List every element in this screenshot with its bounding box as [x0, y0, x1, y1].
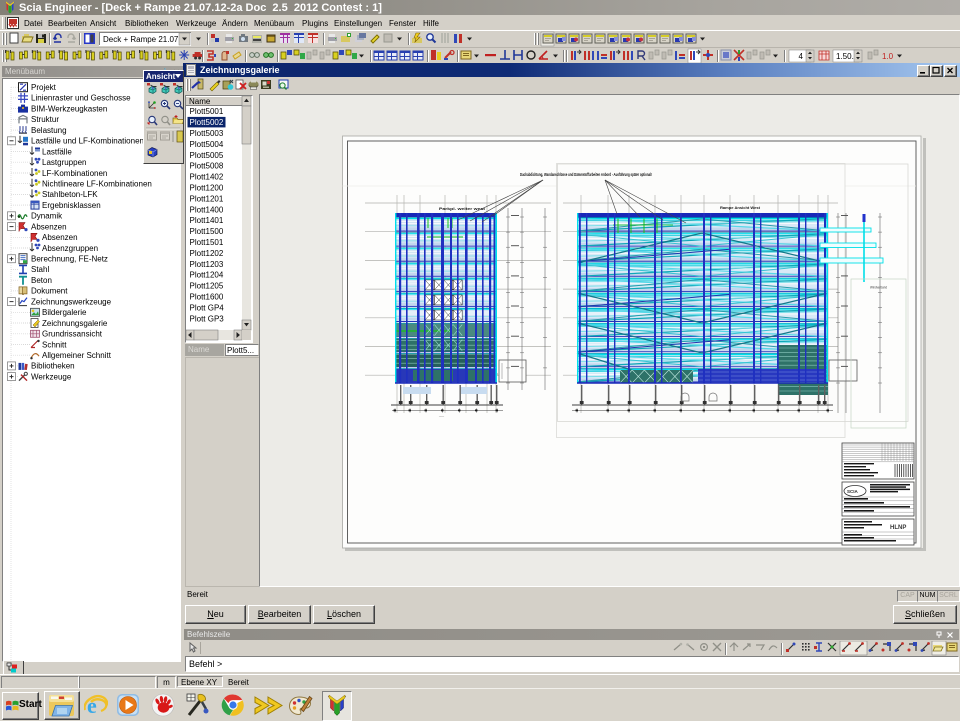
svg-text:Lastfälle: Lastfälle: [42, 147, 72, 156]
svg-text:Allgemeiner Schnitt: Allgemeiner Schnitt: [42, 351, 112, 360]
svg-text:Plott1402: Plott1402: [190, 173, 224, 182]
svg-text:Werkzeuge: Werkzeuge: [31, 372, 72, 381]
svg-text:Plott1401: Plott1401: [190, 216, 224, 225]
svg-text:Linienraster und Geschosse: Linienraster und Geschosse: [31, 94, 131, 103]
svg-text:Nichtlineare LF-Kombinationen: Nichtlineare LF-Kombinationen: [42, 180, 152, 189]
svg-text:Dokument: Dokument: [31, 287, 68, 296]
svg-text:Plott5005: Plott5005: [190, 151, 224, 160]
svg-text:Plott1204: Plott1204: [190, 271, 224, 280]
svg-text:Plott GP4: Plott GP4: [190, 303, 225, 312]
svg-text:Zeichnungsgalerie: Zeichnungsgalerie: [42, 319, 108, 328]
svg-text:Beton: Beton: [31, 276, 52, 285]
svg-text:Rampe Ansicht West: Rampe Ansicht West: [720, 206, 761, 210]
svg-text:Plott5001: Plott5001: [190, 107, 224, 116]
svg-text:4: 4: [799, 52, 804, 61]
svg-text:LF-Kombinationen: LF-Kombinationen: [42, 169, 107, 178]
svg-text:Plott1600: Plott1600: [190, 293, 224, 302]
svg-text:1.0: 1.0: [882, 52, 894, 61]
svg-text:Plott1200: Plott1200: [190, 184, 224, 193]
svg-text:___: ___: [438, 413, 444, 417]
svg-text:Plott GP3: Plott GP3: [190, 314, 225, 323]
svg-text:Schnitt: Schnitt: [42, 340, 67, 349]
svg-text:Name: Name: [189, 97, 211, 106]
svg-text:Absenzen: Absenzen: [31, 222, 67, 231]
svg-text:Plott1400: Plott1400: [190, 205, 224, 214]
svg-text:Lastfälle und LF-Kombinationen: Lastfälle und LF-Kombinationen: [31, 137, 144, 146]
svg-text:Plott1205: Plott1205: [190, 282, 224, 291]
svg-text:Stahlbeton-LFK: Stahlbeton-LFK: [42, 190, 98, 199]
svg-text:SCIA: SCIA: [847, 489, 859, 494]
svg-text:HLNP: HLNP: [890, 525, 906, 531]
svg-text:Belastung: Belastung: [31, 126, 67, 135]
svg-text:Plott1500: Plott1500: [190, 227, 224, 236]
svg-text:Struktur: Struktur: [31, 115, 59, 124]
svg-text:Bildergalerie: Bildergalerie: [42, 308, 87, 317]
svg-text:Bibliotheken: Bibliotheken: [31, 362, 75, 371]
svg-text:Ergebnisklassen: Ergebnisklassen: [42, 201, 101, 210]
svg-text:Berechnung, FE-Netz: Berechnung, FE-Netz: [31, 255, 108, 264]
svg-text:Absenzgruppen: Absenzgruppen: [42, 244, 98, 253]
svg-text:Plott5004: Plott5004: [190, 140, 224, 149]
svg-text:Plott1202: Plott1202: [190, 249, 224, 258]
svg-text:Plott5008: Plott5008: [190, 162, 224, 171]
svg-text:Plott5003: Plott5003: [190, 129, 224, 138]
svg-text:Absenzen: Absenzen: [42, 233, 78, 242]
svg-text:Zeichnungswerkzeuge: Zeichnungswerkzeuge: [31, 297, 112, 306]
svg-text:Grundrissansicht: Grundrissansicht: [42, 330, 103, 339]
svg-text:Plott1203: Plott1203: [190, 260, 224, 269]
svg-text:Plott1501: Plott1501: [190, 238, 224, 247]
svg-text:Stahl: Stahl: [31, 265, 49, 274]
svg-text:Dachabdichtung, Wandanschlüsse: Dachabdichtung, Wandanschlüsse und Dämms…: [520, 172, 652, 177]
svg-text:Lastgruppen: Lastgruppen: [42, 158, 86, 167]
svg-text:Plott5002: Plott5002: [190, 118, 224, 127]
svg-text:Dynamik: Dynamik: [31, 212, 63, 221]
svg-text:Plott1201: Plott1201: [190, 194, 224, 203]
svg-text:Windverband: Windverband: [870, 286, 887, 290]
svg-text:Projekt: Projekt: [31, 83, 57, 92]
svg-text:Parkpl. weiter west: Parkpl. weiter west: [439, 207, 486, 211]
svg-text:Deck + Rampe 21.07: Deck + Rampe 21.07: [103, 35, 179, 44]
svg-text:BIM-Werkzeugkasten: BIM-Werkzeugkasten: [31, 104, 107, 113]
svg-text:1.50..: 1.50..: [836, 52, 856, 61]
